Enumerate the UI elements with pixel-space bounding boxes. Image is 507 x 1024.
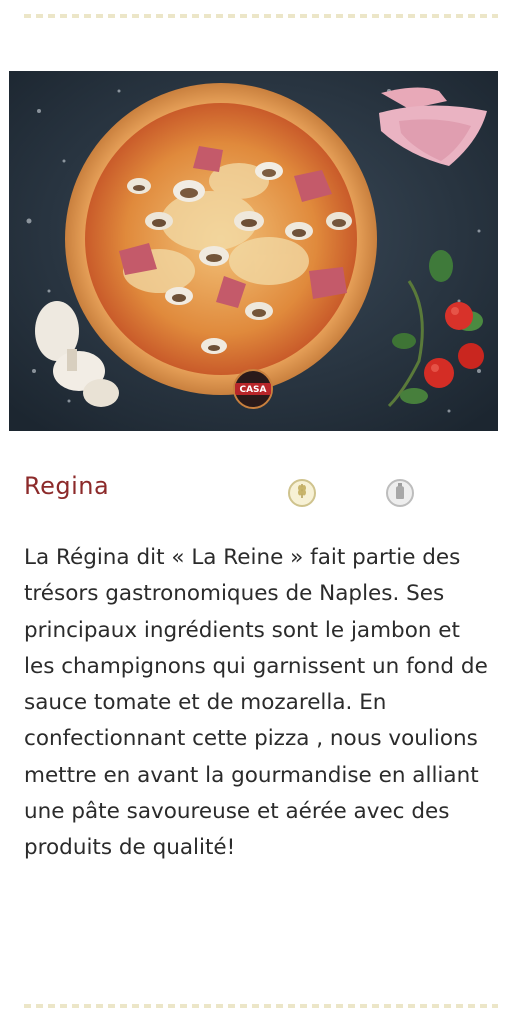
wheat-badge [288,479,316,507]
pizza-photo: CASA [9,71,498,431]
wheat-icon [294,482,310,504]
bottom-divider [24,1004,498,1008]
bottle-badge [386,479,414,507]
product-description: La Régina dit « La Reine » fait partie d… [24,545,488,861]
product-title: Regina [24,472,110,500]
top-divider [24,14,498,18]
bottle-icon [393,482,407,504]
logo-text: CASA [239,385,266,395]
casa-logo: CASA [233,369,273,409]
